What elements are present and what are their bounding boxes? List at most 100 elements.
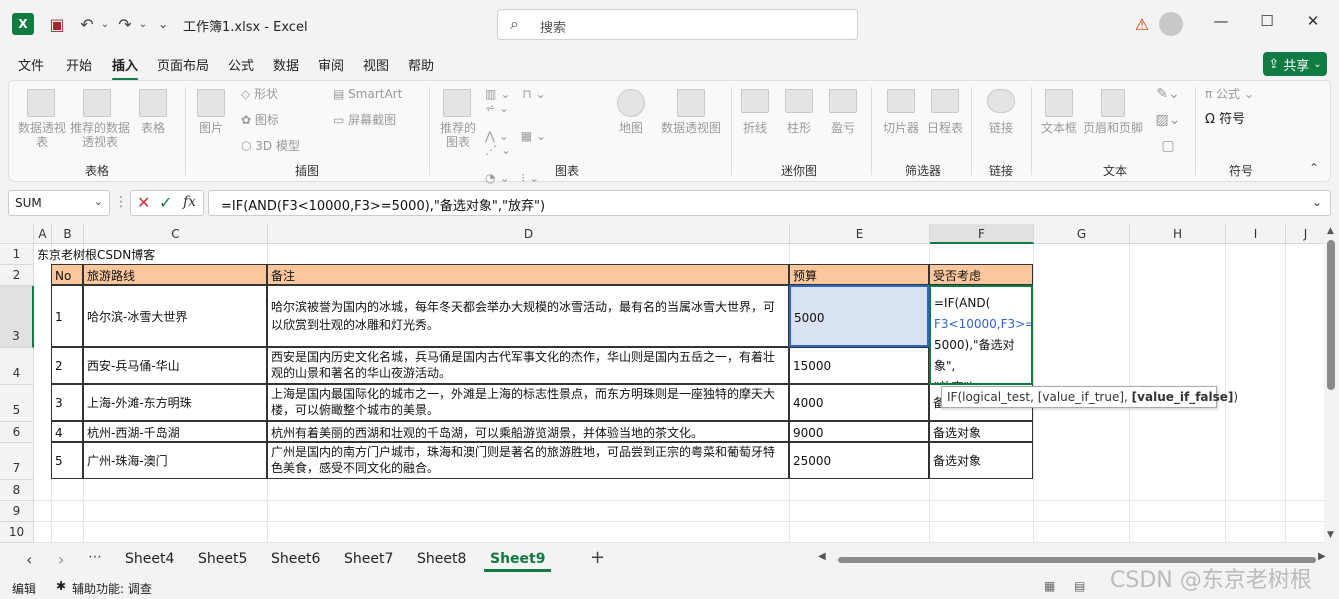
next-sheet-icon[interactable]: › (58, 550, 64, 569)
row-header-3[interactable]: 3 (0, 286, 34, 348)
header-decision[interactable]: 受否考虑 (929, 264, 1033, 285)
collapse-ribbon-icon[interactable]: ⌃ (1309, 161, 1319, 175)
link-button[interactable]: 链接 (987, 121, 1015, 135)
recommended-charts-button[interactable]: 推荐的图表 (437, 121, 479, 149)
row-header-7[interactable]: 7 (0, 443, 34, 480)
cell-a1[interactable]: 东京老树根CSDN博客 (34, 244, 334, 265)
header-route[interactable]: 旅游路线 (83, 264, 267, 285)
formula-input[interactable]: =IF(AND(F3<10000,F3>=5000),"备选对象","放弃") … (208, 190, 1331, 216)
scroll-left-icon[interactable]: ◀ (818, 551, 826, 562)
header-budget[interactable]: 预算 (789, 264, 929, 285)
undo-dropdown-icon[interactable]: ⌄ (99, 12, 111, 36)
worksheet-grid[interactable]: A B C D E F G H I J 1 2 3 4 5 6 7 8 9 10… (0, 224, 1324, 543)
scroll-up-icon[interactable]: ▲ (1327, 226, 1334, 236)
normal-view-icon[interactable]: ▦ (1044, 579, 1055, 593)
sparkline-column-button[interactable]: 柱形 (781, 121, 817, 135)
tab-help[interactable]: 帮助 (408, 55, 434, 74)
column-header-d[interactable]: D (268, 224, 790, 244)
header-no[interactable]: No (51, 264, 83, 285)
table-button[interactable]: 表格 (135, 121, 171, 135)
equation-button[interactable]: π 公式 ⌄ (1205, 87, 1275, 101)
tab-formulas[interactable]: 公式 (228, 55, 254, 74)
tab-file[interactable]: 文件 (18, 55, 44, 74)
column-header-h[interactable]: H (1130, 224, 1226, 244)
column-header-g[interactable]: G (1034, 224, 1130, 244)
tab-insert[interactable]: 插入 (112, 55, 139, 81)
sheet-tab-sheet8[interactable]: Sheet8 (417, 551, 466, 567)
share-button[interactable]: ⇪ 共享 ⌄ (1263, 52, 1327, 76)
tab-home[interactable]: 开始 (66, 55, 92, 74)
cell-note[interactable]: 哈尔滨被誉为国内的冰城，每年冬天都会举办大规模的冰雪活动，最有名的当属冰雪大世界… (267, 285, 789, 347)
recommended-pivot-button[interactable]: 推荐的数据透视表 (67, 121, 133, 149)
prev-sheet-icon[interactable]: ‹ (26, 550, 32, 569)
cell-editing-formula[interactable]: =IF(AND( F3<10000,F3>= 5000),"备选对象", "放弃… (929, 285, 1033, 385)
close-icon[interactable]: ✕ (1298, 12, 1328, 36)
cell-route[interactable]: 哈尔滨-冰雪大世界 (83, 285, 267, 347)
cell-route[interactable]: 广州-珠海-澳门 (83, 442, 267, 479)
add-sheet-icon[interactable]: + (590, 547, 605, 568)
warning-icon[interactable]: ⚠ (1131, 12, 1153, 36)
redo-dropdown-icon[interactable]: ⌄ (137, 12, 149, 36)
cell-budget[interactable]: 25000 (789, 442, 929, 479)
minimize-icon[interactable]: — (1206, 12, 1236, 36)
page-layout-view-icon[interactable]: ▤ (1074, 579, 1085, 593)
undo-icon[interactable]: ↶ (76, 12, 98, 36)
column-header-j[interactable]: J (1286, 224, 1324, 244)
column-header-b[interactable]: B (52, 224, 84, 244)
cell-no[interactable]: 3 (51, 384, 83, 421)
cell-budget[interactable]: 15000 (789, 347, 929, 384)
row-header-4[interactable]: 4 (0, 348, 34, 385)
row-header-8[interactable]: 8 (0, 480, 34, 501)
icons-button[interactable]: ✿ 图标 (241, 113, 301, 127)
header-note[interactable]: 备注 (267, 264, 789, 285)
cell-no[interactable]: 1 (51, 285, 83, 347)
function-tooltip[interactable]: IF(logical_test, [value_if_true], [value… (941, 386, 1238, 408)
save-icon[interactable]: ▣ (46, 12, 68, 36)
cell-decision[interactable]: 备选对象 (929, 421, 1033, 442)
cell-budget[interactable]: 9000 (789, 421, 929, 442)
sheet-tab-sheet9[interactable]: Sheet9 (483, 551, 553, 572)
more-options-icon[interactable]: ⋮ (114, 194, 128, 210)
sparkline-winloss-button[interactable]: 盈亏 (825, 121, 861, 135)
maximize-icon[interactable]: ☐ (1252, 12, 1282, 36)
scroll-down-icon[interactable]: ▼ (1327, 530, 1334, 540)
row-header-1[interactable]: 1 (0, 244, 34, 265)
row-header-6[interactable]: 6 (0, 422, 34, 443)
column-header-e[interactable]: E (790, 224, 930, 244)
confirm-icon[interactable]: ✓ (159, 193, 172, 212)
row-header-9[interactable]: 9 (0, 501, 34, 522)
name-box[interactable]: SUM ⌄ (8, 190, 110, 216)
pivot-chart-button[interactable]: 数据透视图 (653, 121, 729, 135)
accessibility-status[interactable]: 辅助功能: 调查 (72, 580, 152, 597)
more-sheets-icon[interactable]: ⋯ (88, 549, 102, 565)
sheet-tab-sheet6[interactable]: Sheet6 (271, 551, 320, 567)
tab-view[interactable]: 视图 (363, 55, 389, 74)
column-header-a[interactable]: A (34, 224, 52, 244)
shapes-button[interactable]: ◇ 形状 (241, 87, 301, 101)
smartart-button[interactable]: ▤ SmartArt (333, 87, 413, 101)
row-header-10[interactable]: 10 (0, 522, 34, 543)
cell-budget[interactable]: 4000 (789, 384, 929, 421)
tab-page-layout[interactable]: 页面布局 (157, 55, 209, 74)
expand-formula-icon[interactable]: ⌄ (1312, 195, 1322, 209)
cell-decision[interactable]: 备选对象 (929, 442, 1033, 479)
signature-icon[interactable]: ✎⌄ (1153, 87, 1183, 101)
row-header-5[interactable]: 5 (0, 385, 34, 422)
cell-no[interactable]: 5 (51, 442, 83, 479)
column-header-f[interactable]: F (930, 224, 1034, 244)
cell-note[interactable]: 西安是国内历史文化名城，兵马俑是国内古代军事文化的杰作，华山则是国内五岳之一，有… (267, 347, 789, 384)
sparkline-line-button[interactable]: 折线 (737, 121, 773, 135)
column-header-c[interactable]: C (84, 224, 268, 244)
header-footer-button[interactable]: 页眉和页脚 (1083, 121, 1143, 135)
cell-note[interactable]: 杭州有着美丽的西湖和壮观的千岛湖，可以乘船游览湖景，并体验当地的茶文化。 (267, 421, 789, 442)
scroll-right-icon[interactable]: ▶ (1318, 551, 1326, 562)
pivot-table-button[interactable]: 数据透视表 (17, 121, 67, 149)
search-input[interactable]: ⌕ 搜索 (497, 9, 858, 40)
object-icon[interactable]: ▢ (1153, 139, 1183, 153)
screenshot-button[interactable]: ▭ 屏幕截图 (333, 113, 423, 127)
slicer-button[interactable]: 切片器 (879, 121, 923, 135)
redo-icon[interactable]: ↷ (114, 12, 136, 36)
timeline-button[interactable]: 日程表 (923, 121, 967, 135)
cell-no[interactable]: 2 (51, 347, 83, 384)
vertical-scroll-thumb[interactable] (1327, 240, 1335, 390)
